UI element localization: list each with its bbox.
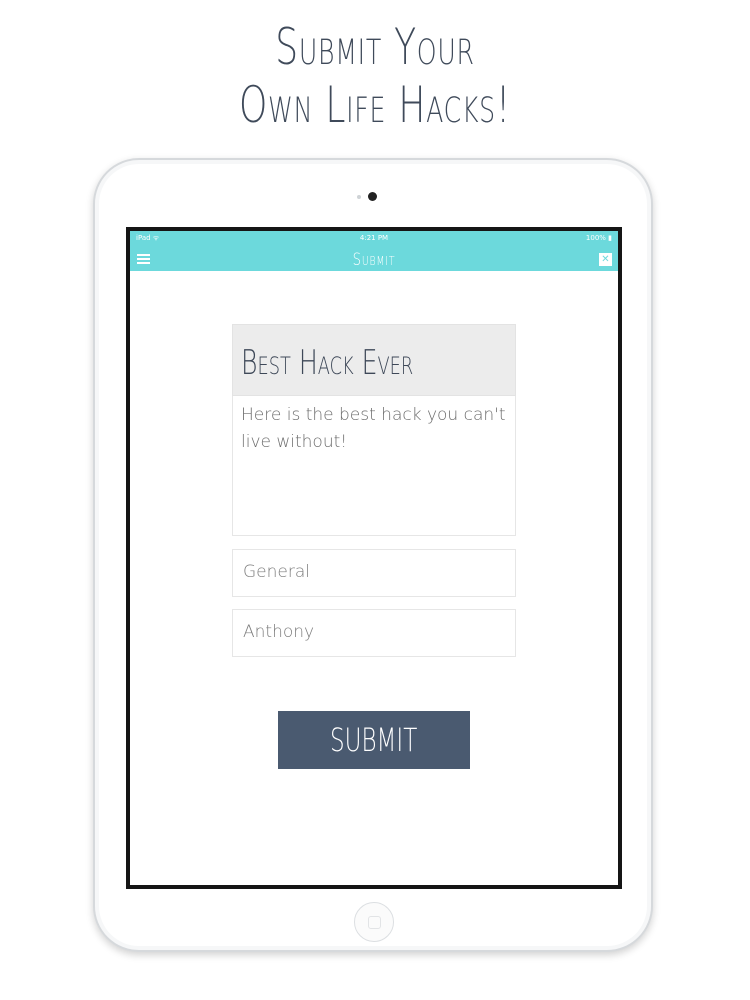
nav-title: Submit <box>352 250 396 270</box>
promo-page: Submit Your Own Life Hacks! iPad ᯤ 4:21 … <box>0 0 750 1000</box>
promo-headline-line1: Submit Your <box>275 18 475 76</box>
promo-headline-line2: Own Life Hacks! <box>238 76 512 134</box>
submit-hack-form: Best Hack Ever Here is the best hack you… <box>232 324 516 657</box>
ipad-device-frame: iPad ᯤ 4:21 PM 100% ▮ Submit ✕ Best Hack… <box>93 158 653 952</box>
hamburger-icon[interactable] <box>137 254 150 264</box>
category-field[interactable]: General <box>232 549 516 597</box>
front-sensor <box>357 195 361 199</box>
front-camera <box>368 192 377 201</box>
navigation-bar: Submit ✕ <box>130 247 618 271</box>
hack-description-textarea[interactable]: Here is the best hack you can't live wit… <box>232 396 516 536</box>
hack-title-value: Best Hack Ever <box>241 343 414 383</box>
submit-button-label: SUBMIT <box>330 721 418 759</box>
hack-title-input[interactable]: Best Hack Ever <box>232 324 516 396</box>
status-time: 4:21 PM <box>359 234 389 242</box>
home-button[interactable] <box>354 902 394 942</box>
author-name-field[interactable]: Anthony <box>232 609 516 657</box>
submit-button[interactable]: SUBMIT <box>278 711 470 769</box>
status-bar: iPad ᯤ 4:21 PM 100% ▮ <box>130 231 618 247</box>
close-icon[interactable]: ✕ <box>599 253 612 266</box>
promo-headline: Submit Your Own Life Hacks! <box>105 18 645 134</box>
app-screen: iPad ᯤ 4:21 PM 100% ▮ Submit ✕ Best Hack… <box>126 227 622 889</box>
status-battery: 100% ▮ <box>585 234 612 242</box>
